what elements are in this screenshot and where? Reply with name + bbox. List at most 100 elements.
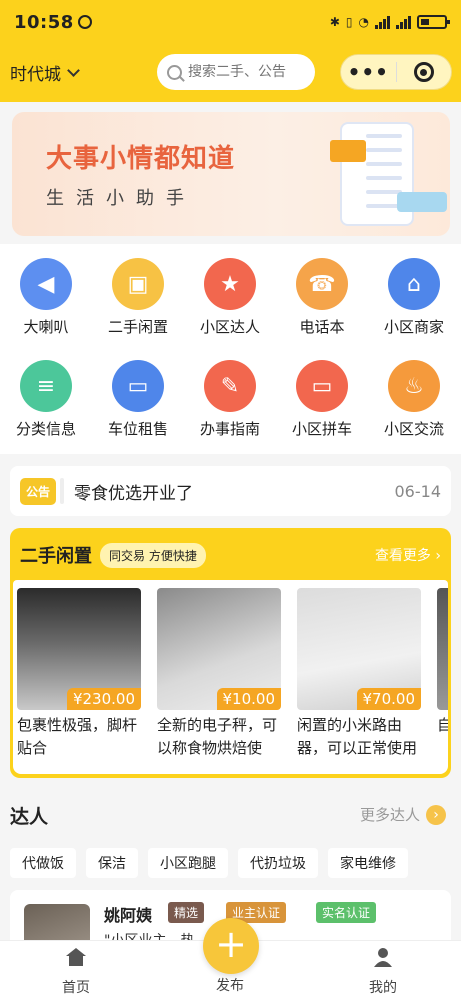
search-icon: [167, 64, 182, 80]
fire-icon: ♨: [388, 360, 440, 412]
product-image: ¥70.00: [297, 588, 421, 710]
grid-item[interactable]: ◀ 大喇叭: [0, 258, 92, 337]
grid-item-label: 小区交流: [383, 420, 444, 438]
more-options-button[interactable]: •••: [341, 60, 396, 84]
chevron-right-icon: ›: [426, 804, 447, 825]
notice-badge: 公告: [20, 477, 57, 505]
illustration-card: [397, 192, 447, 212]
grid-item-label: 车位租售: [107, 420, 168, 438]
featured-badge: 精选: [168, 902, 205, 923]
view-more-link[interactable]: 查看更多 ›: [375, 545, 441, 565]
product-desc: 全新的电子秤，可以称食物烘焙使: [157, 716, 278, 757]
notice-date: 06-14: [394, 481, 442, 501]
megaphone-icon: ◀: [20, 258, 72, 310]
shop-icon: ⌂: [388, 258, 440, 310]
talent-tag[interactable]: 小区跑腿: [148, 848, 228, 878]
notice-divider: [60, 478, 65, 504]
more-talent-label: 更多达人: [360, 806, 421, 824]
banner-subline: 生活小助手: [46, 188, 196, 209]
tab-home-label: 首页: [62, 980, 90, 996]
talent-tag[interactable]: 代扔垃圾: [238, 848, 318, 878]
product-card[interactable]: ¥70.00 闲置的小米路由器，可以正常使用: [297, 588, 421, 760]
publish-button[interactable]: +: [203, 918, 259, 974]
more-talent-link[interactable]: 更多达人 ›: [360, 804, 447, 825]
grid-item-label: 小区达人: [199, 318, 260, 336]
grid-item[interactable]: ♨ 小区交流: [368, 360, 460, 439]
notice-text: 零食优选开业了: [74, 483, 194, 504]
status-icons: ✱ ▯ ◔: [329, 15, 450, 29]
notice-bar[interactable]: 公告 零食优选开业了 06-14: [10, 466, 451, 516]
product-image: ¥230.00: [17, 588, 141, 710]
product-image: [437, 588, 448, 710]
tab-publish-label: 发布: [216, 978, 244, 994]
illustration-tag: [330, 140, 366, 162]
search-box[interactable]: [157, 54, 315, 90]
grid-item-label: 二手闲置: [107, 318, 168, 336]
product-desc: 自炒: [437, 716, 448, 734]
secondhand-list: ¥230.00 包裹性极强，脚杆贴合 ¥10.00 全新的电子秤，可以称食物烘焙使 ¥7…: [13, 580, 448, 774]
signal-icon: [375, 15, 390, 29]
function-grid: ◀ 大喇叭 ▣ 二手闲置 ★ 小区达人 ☎ 电话本 ⌂ 小区商家 ≡ 分类信息 ▭ 车位租售 ✎ 办事指南 ▭ 小…: [0, 244, 461, 454]
grid-item[interactable]: ★ 小区达人: [184, 258, 276, 337]
product-desc: 包裹性极强，脚杆贴合: [17, 716, 138, 757]
bag-icon: ▣: [112, 258, 164, 310]
banner-headline: 大事小情都知道: [46, 144, 236, 174]
car-icon: ▭: [112, 360, 164, 412]
tab-home[interactable]: 首页: [36, 947, 116, 997]
carpool-icon: ▭: [296, 360, 348, 412]
top-bar: 时代城 •••: [0, 44, 461, 102]
city-selector[interactable]: 时代城: [10, 60, 80, 85]
city-label: 时代城: [10, 65, 61, 85]
user-icon: [374, 948, 392, 967]
product-card[interactable]: ¥230.00 包裹性极强，脚杆贴合: [17, 588, 141, 760]
signal-icon-2: [396, 15, 411, 29]
talent-title: 达人: [10, 806, 49, 828]
secondhand-title: 二手闲置: [20, 546, 92, 567]
grid-item-label: 小区拼车: [291, 420, 352, 438]
close-program-button[interactable]: [396, 62, 451, 82]
tab-mine[interactable]: 我的: [343, 947, 423, 997]
product-desc: 闲置的小米路由器，可以正常使用: [297, 716, 418, 757]
product-price: ¥10.00: [216, 688, 281, 710]
phone-book-icon: ☎: [296, 258, 348, 310]
home-icon: [66, 948, 86, 966]
grid-item-label: 办事指南: [199, 420, 260, 438]
realname-verified-badge: 实名认证: [316, 902, 377, 923]
product-image: ¥10.00: [157, 588, 281, 710]
product-price: ¥70.00: [356, 688, 421, 710]
search-input[interactable]: [188, 64, 308, 80]
talent-name: 姚阿姨: [104, 906, 153, 925]
target-icon: [413, 62, 434, 82]
grid-item[interactable]: ▭ 车位租售: [92, 360, 184, 439]
status-bar: 10:58 ✱ ▯ ◔: [0, 0, 461, 44]
talent-tag[interactable]: 家电维修: [328, 848, 408, 878]
grid-item[interactable]: ⌂ 小区商家: [368, 258, 460, 337]
product-price: ¥230.00: [66, 688, 141, 710]
view-more-label: 查看更多: [374, 548, 431, 564]
secondhand-pill: 同交易 方便快捷: [100, 542, 206, 568]
battery-icon: [417, 15, 450, 29]
product-card[interactable]: ¥10.00 全新的电子秤，可以称食物烘焙使: [157, 588, 281, 760]
chevron-down-icon: [67, 64, 80, 77]
grid-item[interactable]: ≡ 分类信息: [0, 360, 92, 439]
tab-mine-label: 我的: [369, 980, 397, 996]
grid-item[interactable]: ☎ 电话本: [276, 258, 368, 337]
promo-banner[interactable]: 大事小情都知道 生活小助手: [12, 112, 450, 236]
grid-item-label: 大喇叭: [23, 318, 69, 336]
grid-item[interactable]: ▭ 小区拼车: [276, 360, 368, 439]
star-badge-icon: ★: [204, 258, 256, 310]
grid-item-label: 小区商家: [383, 318, 444, 336]
grid-item[interactable]: ✎ 办事指南: [184, 360, 276, 439]
secondhand-section: 二手闲置 同交易 方便快捷 查看更多 › ¥230.00 包裹性极强，脚杆贴合 ¥1…: [10, 528, 451, 778]
status-time: 10:58: [14, 11, 74, 33]
talent-tag[interactable]: 保洁: [86, 848, 138, 878]
product-card[interactable]: 自炒: [437, 588, 448, 760]
talent-tag[interactable]: 代做饭: [10, 848, 76, 878]
grid-item-label: 电话本: [299, 318, 345, 336]
mini-program-capsule: •••: [340, 54, 452, 90]
bluetooth-icon: ✱: [329, 15, 340, 29]
alarm-icon: [77, 15, 92, 29]
grid-item[interactable]: ▣ 二手闲置: [92, 258, 184, 337]
tab-publish-label-wrap[interactable]: 发布: [190, 975, 270, 995]
wifi-icon: ◔: [358, 15, 369, 29]
